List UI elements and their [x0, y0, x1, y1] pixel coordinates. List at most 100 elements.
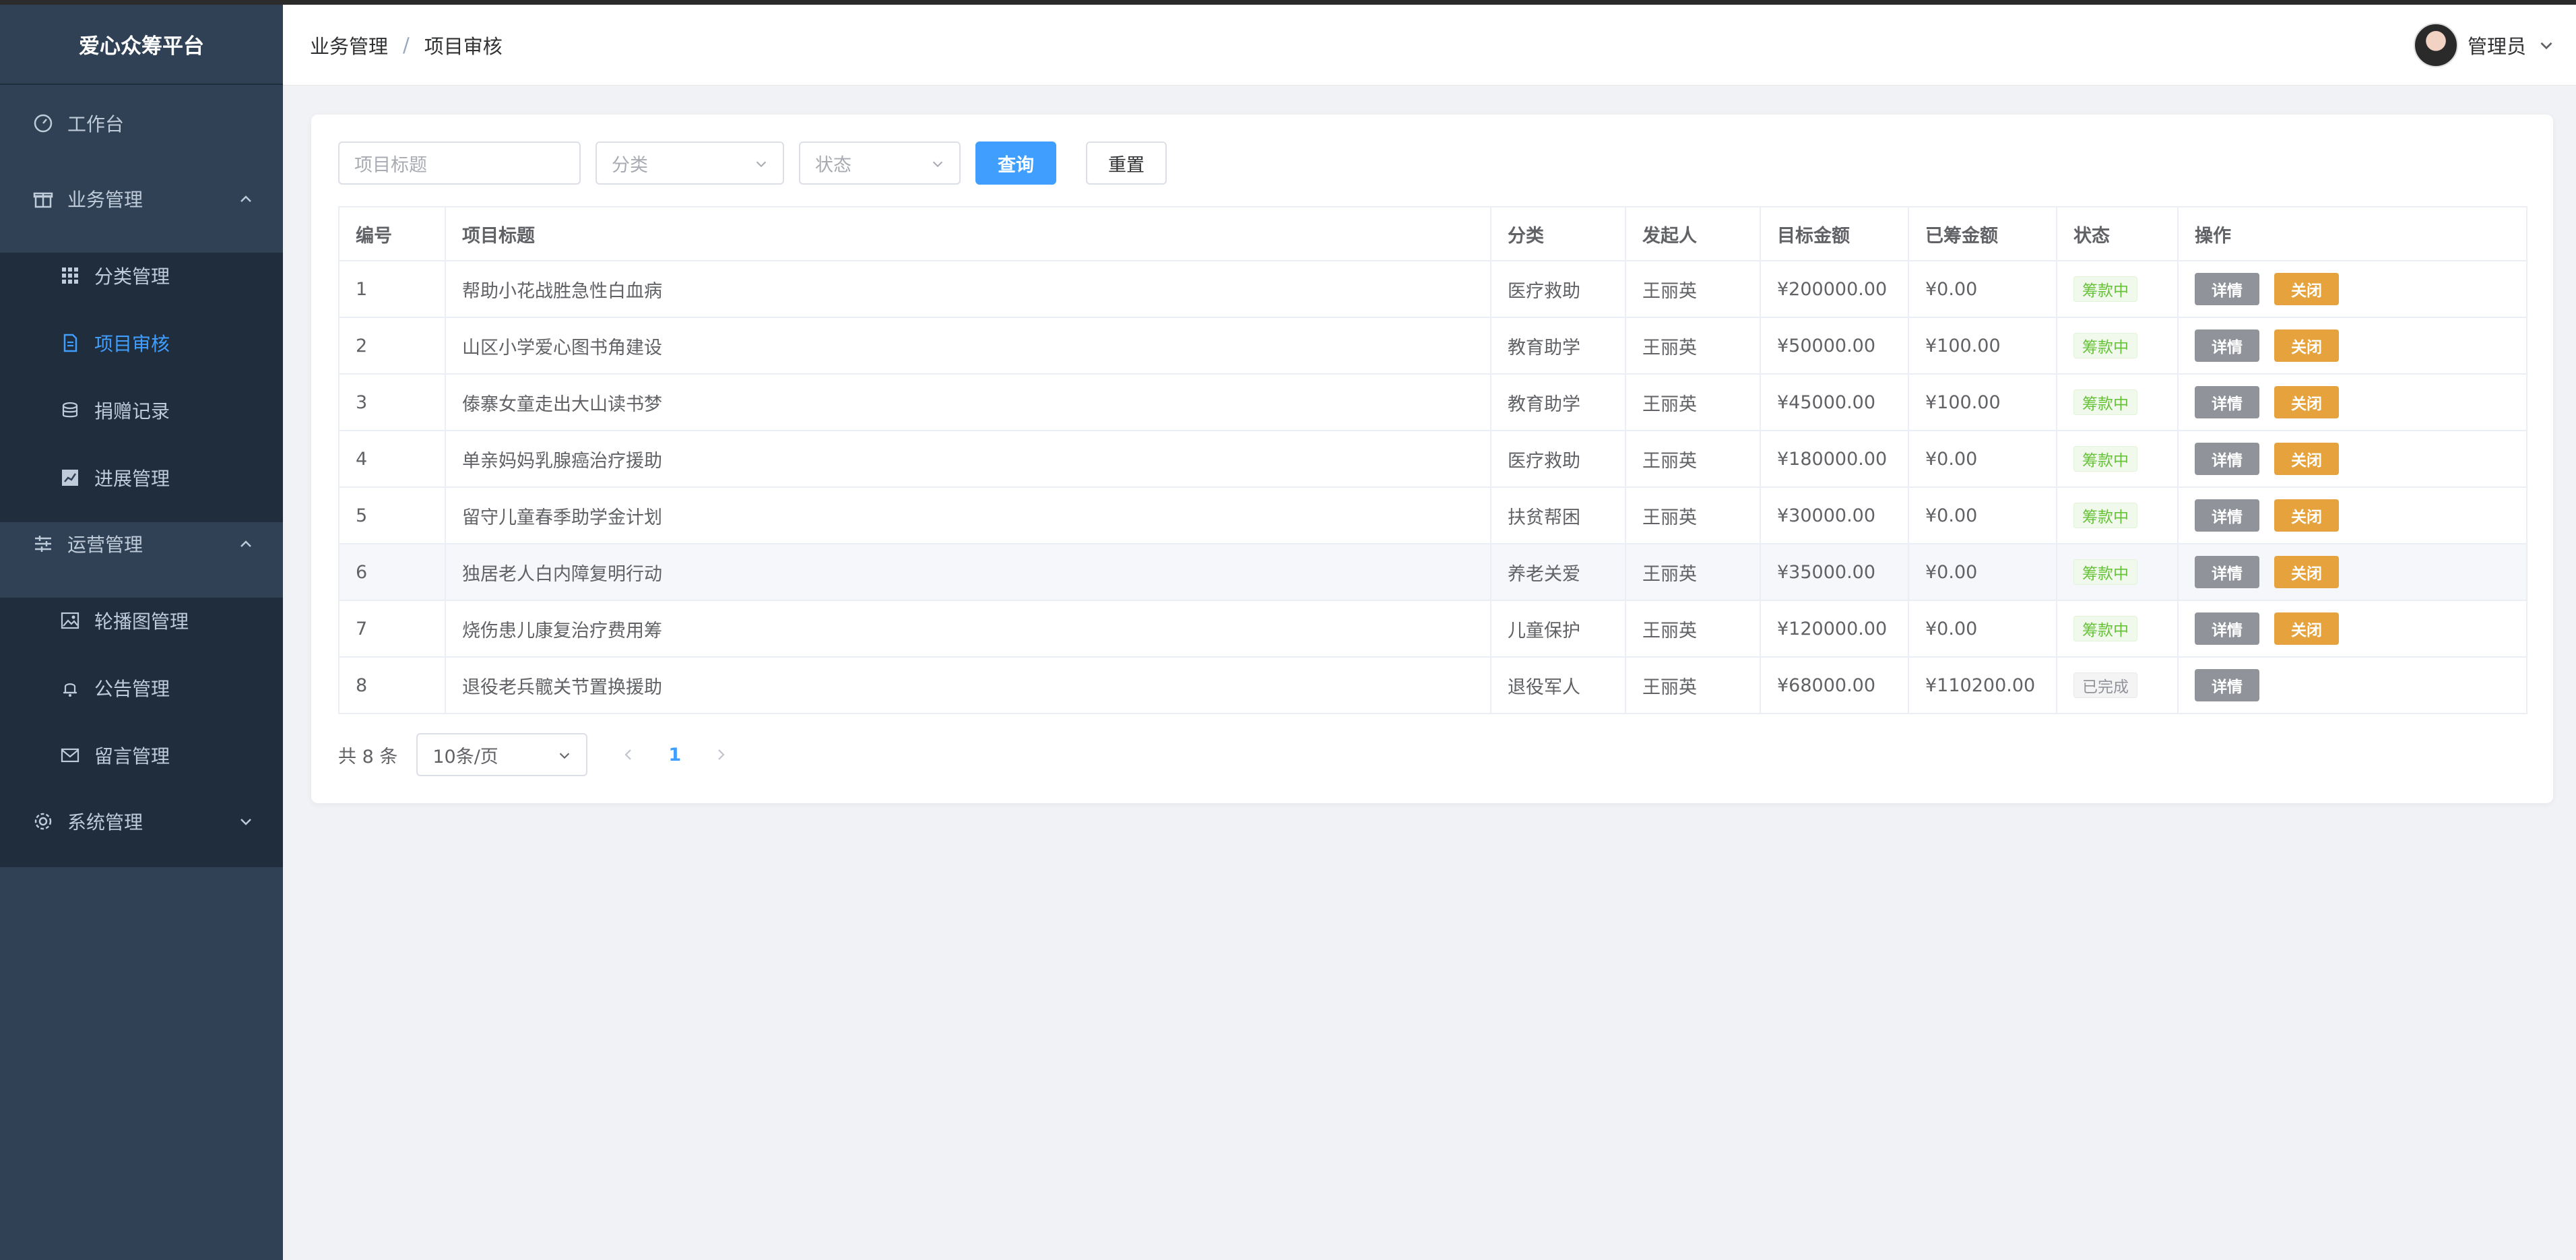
cell-target-amount: ¥68000.00: [1761, 658, 1909, 713]
total-count: 共 8 条: [338, 746, 398, 767]
column-header: 项目标题: [446, 208, 1491, 260]
page-size-select[interactable]: 10条/页: [416, 733, 588, 776]
close-button[interactable]: 关闭: [2274, 612, 2339, 645]
page-number-current[interactable]: 1: [668, 745, 681, 765]
cell-actions: 详情 关闭: [2179, 431, 2526, 486]
sidebar-item-categories[interactable]: 分类管理: [0, 247, 283, 304]
window-top-edge: [0, 0, 2576, 5]
cell-target-amount: ¥45000.00: [1761, 375, 1909, 430]
status-badge: 筹款中: [2073, 276, 2137, 302]
chevron-right-icon: [718, 749, 725, 760]
table-row: 7 烧伤患儿康复治疗费用筹 儿童保护 王丽英 ¥120000.00 ¥0.00 筹款中 详情关…: [340, 601, 2526, 658]
detail-button[interactable]: 详情: [2195, 443, 2259, 475]
sidebar-group-business[interactable]: 业务管理: [0, 170, 283, 227]
close-button[interactable]: 关闭: [2274, 329, 2339, 362]
status-badge: 筹款中: [2073, 389, 2137, 415]
table-header-row: 编号 项目标题 分类 发起人 目标金额 已筹金额 状态 操作: [340, 208, 2526, 261]
sidebar-item-label: 分类管理: [94, 265, 170, 288]
cell-target-amount: ¥120000.00: [1761, 601, 1909, 656]
projects-table: 编号 项目标题 分类 发起人 目标金额 已筹金额 状态 操作 1 帮助小花战胜急性…: [338, 206, 2527, 714]
cell-actions: 详情 关闭: [2179, 318, 2526, 373]
sidebar-item-messages[interactable]: 留言管理: [0, 727, 283, 784]
cell-raised-amount: ¥100.00: [1909, 375, 2057, 430]
cell-actions: 详情 关闭: [2179, 261, 2526, 317]
sidebar-item-progress[interactable]: 进展管理: [0, 449, 283, 506]
breadcrumb-item[interactable]: 业务管理: [310, 31, 388, 59]
close-button[interactable]: 关闭: [2274, 273, 2339, 305]
category-select[interactable]: 分类: [595, 141, 784, 185]
document-icon: [58, 331, 82, 355]
image-icon: [58, 608, 82, 633]
chevron-up-icon: [240, 540, 251, 547]
detail-button[interactable]: 详情: [2195, 499, 2259, 532]
cell-category: 扶贫帮困: [1491, 488, 1626, 543]
detail-button[interactable]: 详情: [2195, 669, 2259, 701]
sidebar-item-label: 项目审核: [94, 333, 170, 355]
app-title: 爱心众筹平台: [0, 5, 283, 85]
cell-title: 留守儿童春季助学金计划: [446, 488, 1491, 543]
user-name[interactable]: 管理员: [2468, 31, 2526, 59]
close-button[interactable]: 关闭: [2274, 499, 2339, 532]
search-button[interactable]: 查询: [975, 141, 1056, 185]
avatar[interactable]: [2413, 23, 2458, 67]
sidebar-item-label: 业务管理: [67, 189, 143, 211]
top-header: 业务管理 / 项目审核 管理员: [283, 5, 2576, 86]
cell-initiator: 王丽英: [1626, 488, 1761, 543]
sidebar-item-donations[interactable]: 捐赠记录: [0, 382, 283, 439]
detail-button[interactable]: 详情: [2195, 273, 2259, 305]
cell-title: 烧伤患儿康复治疗费用筹: [446, 601, 1491, 656]
table-row: 4 单亲妈妈乳腺癌治疗援助 医疗救助 王丽英 ¥180000.00 ¥0.00 筹款中 详情关…: [340, 431, 2526, 488]
cell-raised-amount: ¥100.00: [1909, 318, 2057, 373]
sliders-icon: [31, 532, 55, 556]
chevron-down-icon: [240, 819, 251, 825]
close-button[interactable]: 关闭: [2274, 556, 2339, 588]
chevron-up-icon: [240, 195, 251, 202]
column-header: 编号: [340, 208, 446, 260]
sidebar-item-announcements[interactable]: 公告管理: [0, 660, 283, 716]
chevron-down-icon[interactable]: [2537, 36, 2556, 55]
sidebar-item-banners[interactable]: 轮播图管理: [0, 592, 283, 649]
status-badge: 筹款中: [2073, 503, 2137, 528]
cell-id: 8: [340, 658, 446, 713]
prev-page-button[interactable]: [618, 745, 639, 765]
sidebar-item-dashboard[interactable]: 工作台: [0, 95, 283, 152]
detail-button[interactable]: 详情: [2195, 612, 2259, 645]
cell-category: 医疗救助: [1491, 261, 1626, 317]
close-button[interactable]: 关闭: [2274, 443, 2339, 475]
sidebar-group-system[interactable]: 系统管理: [0, 793, 283, 850]
cell-id: 1: [340, 261, 446, 317]
table-body: 1 帮助小花战胜急性白血病 医疗救助 王丽英 ¥200000.00 ¥0.00 筹款中 详情关…: [340, 261, 2526, 713]
user-menu[interactable]: 管理员: [2413, 5, 2556, 86]
detail-button[interactable]: 详情: [2195, 556, 2259, 588]
detail-button[interactable]: 详情: [2195, 329, 2259, 362]
detail-button[interactable]: 详情: [2195, 386, 2259, 418]
chart-icon: [58, 466, 82, 490]
sidebar-item-project-review[interactable]: 项目审核: [0, 315, 283, 371]
sidebar-item-label: 系统管理: [67, 811, 143, 833]
status-select[interactable]: 状态: [799, 141, 961, 185]
reset-button[interactable]: 重置: [1086, 141, 1167, 185]
cell-raised-amount: ¥0.00: [1909, 601, 2057, 656]
cell-initiator: 王丽英: [1626, 261, 1761, 317]
cell-raised-amount: ¥0.00: [1909, 261, 2057, 317]
close-button[interactable]: 关闭: [2274, 386, 2339, 418]
cell-raised-amount: ¥0.00: [1909, 431, 2057, 486]
cell-id: 5: [340, 488, 446, 543]
sidebar-item-label: 留言管理: [94, 745, 170, 767]
cell-id: 3: [340, 375, 446, 430]
next-page-button[interactable]: [711, 745, 731, 765]
cell-status: 筹款中: [2057, 375, 2179, 430]
cell-status: 筹款中: [2057, 488, 2179, 543]
filter-bar: 项目标题 分类 状态 查询 重置: [338, 141, 1167, 185]
column-header: 目标金额: [1761, 208, 1909, 260]
status-badge: 筹款中: [2073, 559, 2137, 585]
content-card: 项目标题 分类 状态 查询 重置 编号 项目标题 分类 发起人 目标金额 已筹金…: [311, 115, 2553, 803]
cell-initiator: 王丽英: [1626, 544, 1761, 600]
cell-status: 筹款中: [2057, 431, 2179, 486]
cell-raised-amount: ¥110200.00: [1909, 658, 2057, 713]
cell-title: 傣寨女童走出大山读书梦: [446, 375, 1491, 430]
column-header: 状态: [2057, 208, 2179, 260]
title-search-input[interactable]: 项目标题: [338, 141, 581, 185]
sidebar-group-operations[interactable]: 运营管理: [0, 515, 283, 572]
mail-icon: [58, 743, 82, 767]
